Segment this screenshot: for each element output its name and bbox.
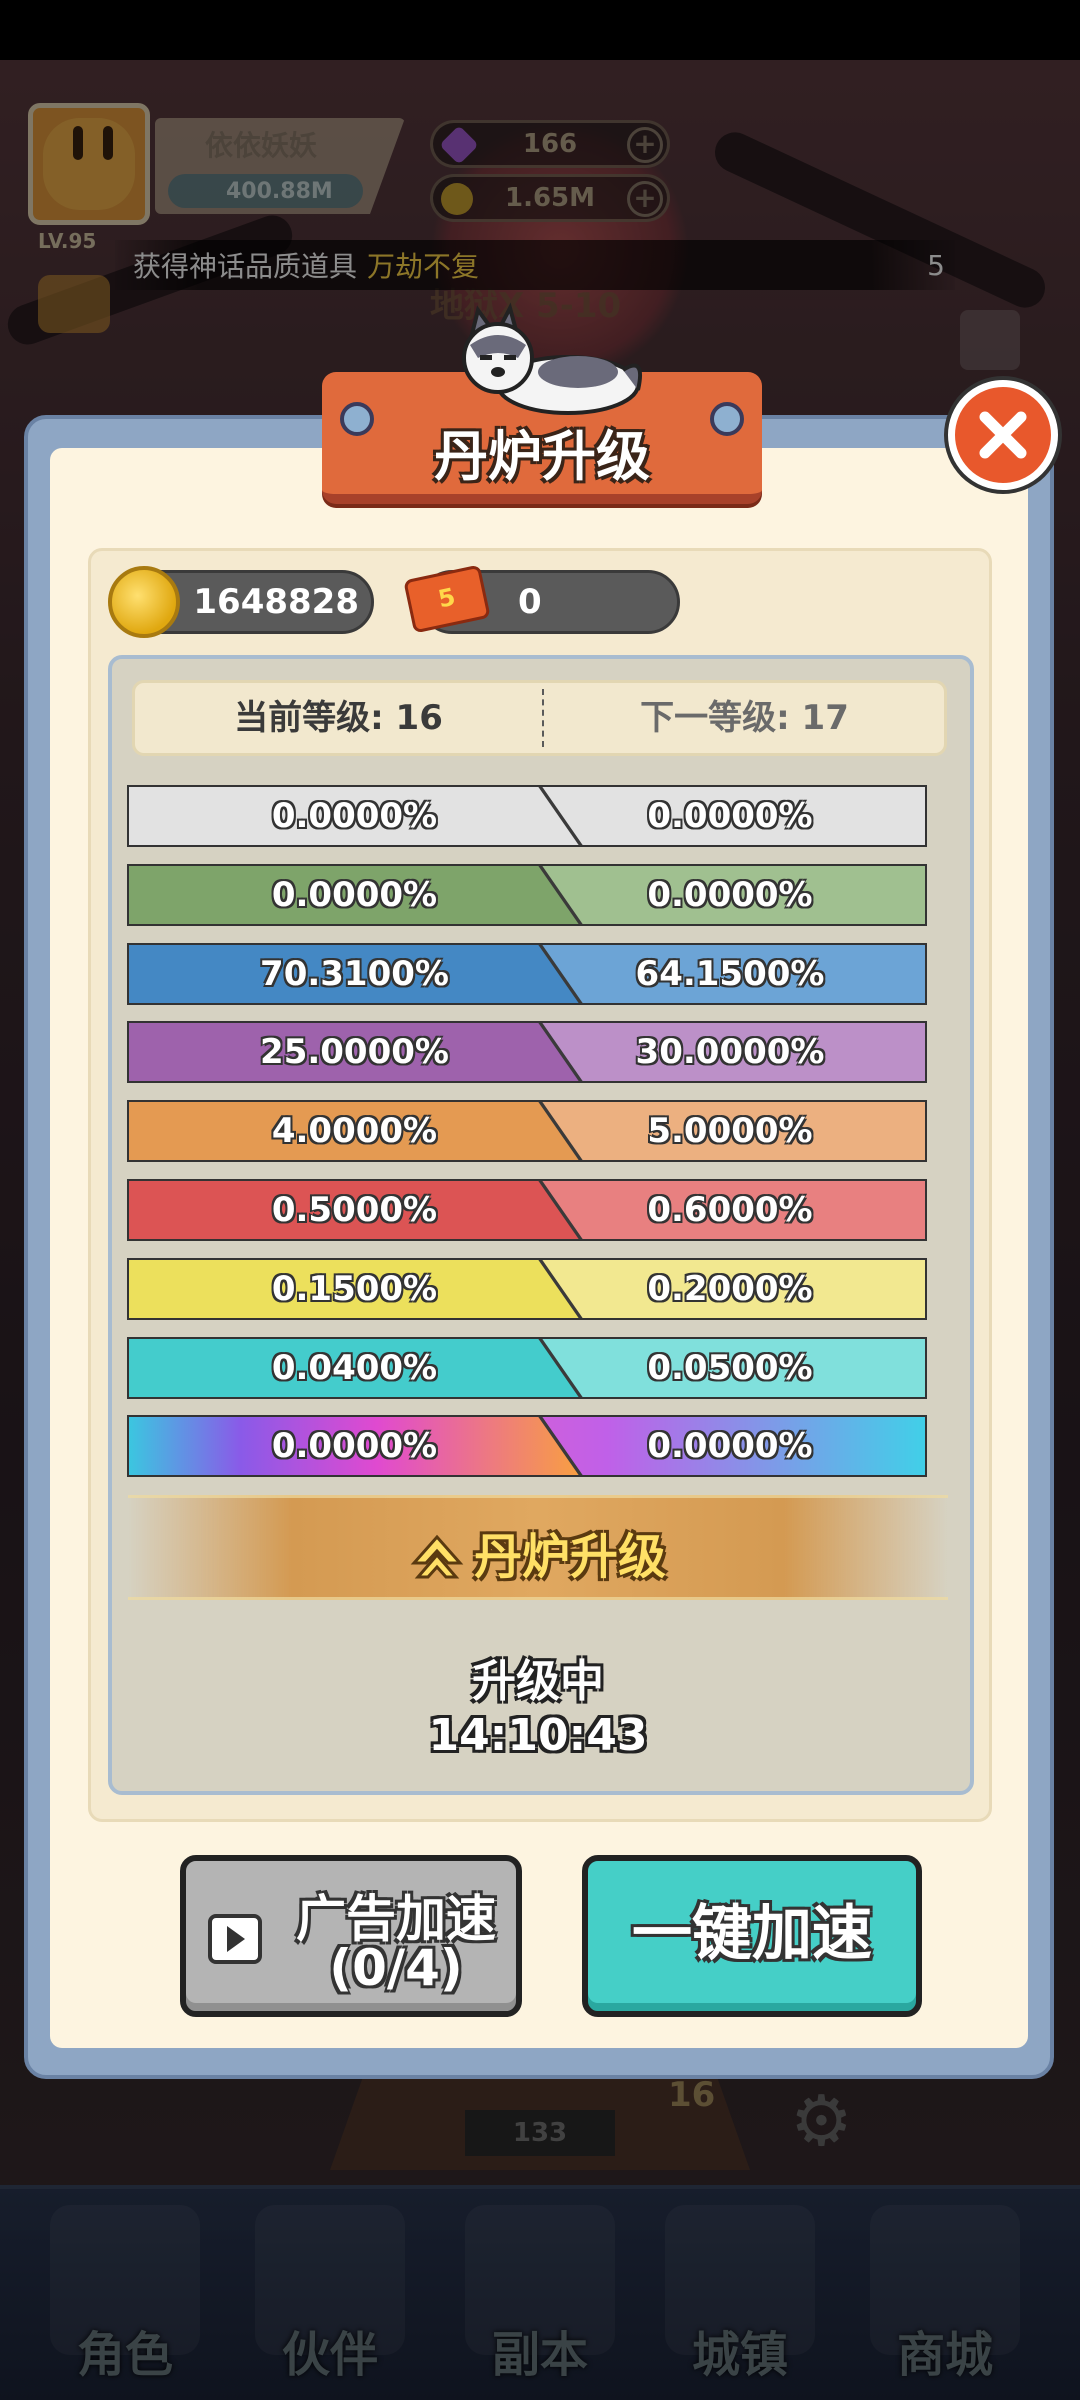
probability-row: 0.0500% 0.0400% <box>127 1337 927 1399</box>
current-probability: 0.1500% <box>127 1258 582 1320</box>
current-probability: 4.0000% <box>127 1100 582 1162</box>
next-probability: 0.0000% <box>647 796 813 836</box>
upgrade-status: 升级中 <box>472 1656 604 1707</box>
ticket-badge: 5 <box>435 582 458 614</box>
level-header: 当前等级: 16 下一等级: 17 <box>132 680 947 756</box>
coin-balance-value: 1648828 <box>193 582 359 622</box>
close-icon <box>979 411 1027 459</box>
next-level-label: 下一等级: 17 <box>640 698 849 738</box>
upgrade-label-wrap: 丹炉升级 <box>128 1517 948 1587</box>
probability-row: 0.6000% 0.5000% <box>127 1179 927 1241</box>
probability-row: 64.1500% 70.3100% <box>127 943 927 1005</box>
current-probability: 0.5000% <box>127 1179 582 1241</box>
next-probability: 0.2000% <box>647 1269 813 1309</box>
probability-row: 0.0000% 0.0000% <box>127 864 927 926</box>
ticket-count: 0 <box>518 582 542 622</box>
close-button[interactable] <box>948 380 1058 490</box>
current-probability: 0.0000% <box>127 864 582 926</box>
upgrade-timer: 14:10:43 <box>428 1710 648 1761</box>
current-probability: 70.3100% <box>127 943 582 1005</box>
probability-row: 5.0000% 4.0000% <box>127 1100 927 1162</box>
probability-row: 30.0000% 25.0000% <box>127 1021 927 1083</box>
probability-row: 0.0000% 0.0000% <box>127 1415 927 1477</box>
next-probability: 64.1500% <box>635 954 825 994</box>
next-probability: 30.0000% <box>635 1032 825 1072</box>
upgrade-label: 丹炉升级 <box>473 1529 666 1585</box>
next-probability: 0.0000% <box>647 875 813 915</box>
current-probability: 25.0000% <box>127 1021 582 1083</box>
probability-row: 0.0000% 0.0000% <box>127 785 927 847</box>
next-probability: 0.0500% <box>647 1348 813 1388</box>
double-up-arrow-icon <box>410 1534 464 1579</box>
ad-button-count: (0/4) <box>329 1939 463 1997</box>
skull-coin-icon <box>108 566 180 638</box>
dialog-title: 丹炉升级 <box>434 425 650 488</box>
next-probability: 5.0000% <box>647 1111 813 1151</box>
ad-speedup-button[interactable]: 广告加速 (0/4) <box>180 1855 522 2017</box>
husky-mascot-icon <box>462 302 643 415</box>
probability-row: 0.2000% 0.1500% <box>127 1258 927 1320</box>
instant-speedup-button[interactable]: 一键加速 <box>582 1855 922 2017</box>
current-probability: 0.0000% <box>127 1415 582 1477</box>
video-play-icon <box>208 1914 262 1964</box>
current-probability: 0.0400% <box>127 1337 582 1399</box>
next-probability: 0.6000% <box>647 1190 813 1230</box>
current-probability: 0.0000% <box>127 785 582 847</box>
current-level-label: 当前等级: 16 <box>234 698 443 738</box>
next-probability: 0.0000% <box>647 1426 813 1466</box>
